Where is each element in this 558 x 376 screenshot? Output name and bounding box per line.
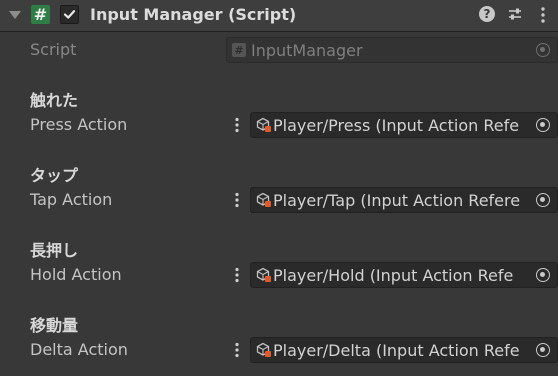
press-action-value: Player/Press (Input Action Refe <box>273 116 520 135</box>
hold-action-label: Hold Action <box>30 265 122 284</box>
hold-action-picker-button[interactable] <box>529 263 557 287</box>
script-row: Script # InputManager <box>0 36 558 64</box>
press-action-label: Press Action <box>30 115 128 134</box>
input-action-asset-icon <box>256 342 271 357</box>
object-picker-icon[interactable] <box>536 268 550 282</box>
object-picker-icon[interactable] <box>536 343 550 357</box>
press-action-row: Press Action Player/Press (Input Action … <box>0 111 558 139</box>
object-picker-icon[interactable] <box>536 193 550 207</box>
heading-hold: 長押し <box>30 241 79 260</box>
press-action-field[interactable]: Player/Press (Input Action Refe <box>250 112 558 138</box>
tap-action-picker-button[interactable] <box>529 188 557 212</box>
heading-press: 触れた <box>30 91 79 110</box>
input-action-asset-icon <box>256 267 271 282</box>
kebab-menu-icon[interactable] <box>234 267 240 283</box>
component-enabled-checkbox[interactable] <box>60 5 79 24</box>
tap-action-value: Player/Tap (Input Action Refere <box>273 191 521 210</box>
press-action-picker-button[interactable] <box>529 113 557 137</box>
component-header: # Input Manager (Script) ? <box>0 0 558 32</box>
delta-action-row: Delta Action Player/Delta (Input Action … <box>0 336 558 364</box>
heading-tap: タップ <box>30 166 79 185</box>
script-label: Script <box>30 40 77 59</box>
script-asset-icon: # <box>232 43 246 57</box>
script-value: InputManager <box>251 41 363 60</box>
object-picker-icon <box>536 43 550 57</box>
hold-action-row: Hold Action Player/Hold (Input Action Re… <box>0 261 558 289</box>
input-action-asset-icon <box>256 192 271 207</box>
tap-action-row: Tap Action Player/Tap (Input Action Refe… <box>0 186 558 214</box>
script-icon: # <box>31 5 50 24</box>
help-icon[interactable]: ? <box>479 6 495 22</box>
kebab-menu-icon[interactable] <box>540 6 546 24</box>
script-picker-button <box>529 38 557 62</box>
component-title: Input Manager (Script) <box>90 5 297 24</box>
object-picker-icon[interactable] <box>536 118 550 132</box>
settings-icon[interactable] <box>507 6 523 22</box>
tap-action-label: Tap Action <box>30 190 113 209</box>
heading-delta: 移動量 <box>30 316 79 335</box>
delta-action-label: Delta Action <box>30 340 128 359</box>
delta-action-value: Player/Delta (Input Action Refe <box>273 341 520 360</box>
checkmark-icon <box>63 10 76 19</box>
hold-action-field[interactable]: Player/Hold (Input Action Refe <box>250 262 558 288</box>
kebab-menu-icon[interactable] <box>234 342 240 358</box>
foldout-arrow-icon[interactable] <box>9 11 21 19</box>
tap-action-field[interactable]: Player/Tap (Input Action Refere <box>250 187 558 213</box>
input-action-asset-icon <box>256 117 271 132</box>
kebab-menu-icon[interactable] <box>234 192 240 208</box>
script-field: # InputManager <box>226 37 558 63</box>
delta-action-picker-button[interactable] <box>529 338 557 362</box>
hold-action-value: Player/Hold (Input Action Refe <box>273 266 514 285</box>
delta-action-field[interactable]: Player/Delta (Input Action Refe <box>250 337 558 363</box>
kebab-menu-icon[interactable] <box>234 117 240 133</box>
